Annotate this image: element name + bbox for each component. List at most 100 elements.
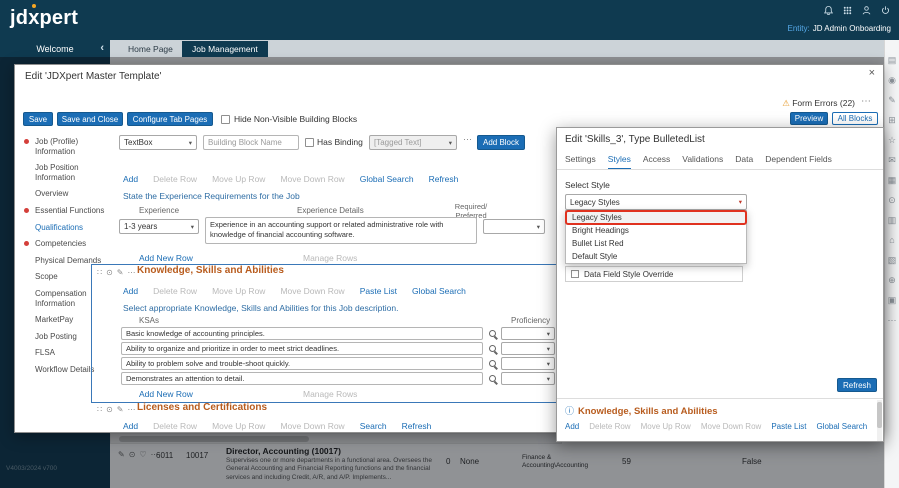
refresh-link[interactable]: Refresh [429,174,459,184]
apps-grid-icon[interactable] [842,5,853,16]
ksa-manage-rows-link[interactable]: Manage Rows [303,389,357,399]
option-bullet-list-red[interactable]: Bullet List Red [566,237,746,250]
nav-job-profile-information[interactable]: Job (Profile) Information [35,137,107,156]
move-down-row-link[interactable]: Move Down Row [280,286,344,296]
delete-row-link[interactable]: Delete Row [589,422,630,431]
tab-job-management[interactable]: Job Management [182,41,268,57]
global-search-link[interactable]: Global Search [360,174,414,184]
sidebar-welcome-tab[interactable]: Welcome ‹ [0,40,110,57]
panel-scrollbar[interactable] [877,400,882,441]
option-legacy-styles[interactable]: Legacy Styles [566,211,746,224]
required-preferred-select[interactable]: ▾ [483,219,545,234]
nav-competencies[interactable]: Competencies [35,239,107,249]
paste-list-link[interactable]: Paste List [771,422,806,431]
drag-handle-icon[interactable]: ∷ [97,405,102,414]
form-errors-indicator[interactable]: ⚠ Form Errors (22) [782,98,855,109]
add-link[interactable]: Add [565,422,579,431]
search-link[interactable]: Search [360,421,387,431]
rail-icon[interactable]: ☆ [888,136,896,145]
visibility-eye-icon[interactable]: ⊙ [106,405,113,414]
move-down-row-link[interactable]: Move Down Row [280,421,344,431]
paste-list-link[interactable]: Paste List [360,286,397,296]
block-more-icon[interactable]: ⋯ [128,268,136,277]
rail-icon[interactable]: ⊕ [888,276,896,285]
search-icon[interactable] [489,345,496,352]
global-search-link[interactable]: Global Search [412,286,466,296]
rail-icon[interactable]: ▧ [888,256,897,265]
delete-row-link[interactable]: Delete Row [153,286,197,296]
proficiency-select[interactable]: ▾ [501,372,555,385]
rail-icon[interactable]: ▥ [888,216,897,225]
move-up-row-link[interactable]: Move Up Row [641,422,691,431]
add-link[interactable]: Add [123,174,138,184]
configure-tab-pages-button[interactable]: Configure Tab Pages [127,112,213,126]
user-icon[interactable] [861,5,872,16]
search-icon[interactable] [489,360,496,367]
all-blocks-button[interactable]: All Blocks [832,112,878,125]
tab-access[interactable]: Access [643,154,670,170]
tab-dependent-fields[interactable]: Dependent Fields [765,154,832,170]
search-icon[interactable] [489,330,496,337]
experience-years-select[interactable]: 1-3 years▾ [119,219,199,234]
add-link[interactable]: Add [123,421,138,431]
edit-block-icon[interactable]: ✎ [117,268,124,277]
tab-home-page[interactable]: Home Page [118,41,183,57]
option-bright-headings[interactable]: Bright Headings [566,224,746,237]
delete-row-link[interactable]: Delete Row [153,421,197,431]
search-icon[interactable] [489,375,496,382]
tab-styles[interactable]: Styles [608,154,631,170]
rail-icon[interactable]: ✉ [888,156,896,165]
visibility-eye-icon[interactable]: ⊙ [106,268,113,277]
toolbar-more-icon[interactable]: ⋯ [861,96,871,107]
nav-job-position-information[interactable]: Job Position Information [35,163,107,182]
power-icon[interactable] [880,5,891,16]
ksa-row-input[interactable]: Basic knowledge of accounting principles… [121,327,483,340]
save-button[interactable]: Save [23,112,53,126]
building-block-name-input[interactable]: Building Block Name [203,135,299,150]
global-search-link[interactable]: Global Search [816,422,867,431]
rail-icon[interactable]: ✎ [888,96,896,105]
tab-validations[interactable]: Validations [682,154,723,170]
rail-icon[interactable]: ◉ [888,76,896,85]
add-link[interactable]: Add [123,286,138,296]
proficiency-select[interactable]: ▾ [501,342,555,355]
ksa-row-input[interactable]: Ability to organize and prioritize in or… [121,342,483,355]
nav-essential-functions[interactable]: Essential Functions [35,206,107,216]
rail-icon[interactable]: ▦ [888,176,897,185]
rail-icon[interactable]: ▤ [888,56,897,65]
rail-icon[interactable]: ▣ [888,296,897,305]
rail-icon[interactable]: ⋯ [888,316,897,325]
collapse-sidebar-icon[interactable]: ‹ [100,42,104,54]
close-icon[interactable]: × [869,67,875,79]
tab-data[interactable]: Data [735,154,753,170]
experience-details-textarea[interactable]: Experience in an accounting support or r… [205,217,477,244]
ksa-row-input[interactable]: Demonstrates an attention to detail. [121,372,483,385]
rail-icon[interactable]: ⊙ [888,196,896,205]
block-more-icon[interactable]: ⋯ [128,405,136,414]
proficiency-select[interactable]: ▾ [501,327,555,340]
add-block-button[interactable]: Add Block [477,135,525,150]
entity-selector[interactable]: Entity:JD Admin Onboarding [788,24,892,33]
rail-icon[interactable]: ⌂ [889,236,894,245]
experience-add-new-row-link[interactable]: Add New Row [139,253,193,263]
block-type-select[interactable]: TextBox▾ [119,135,197,150]
style-select[interactable]: Legacy Styles▾ [565,194,747,210]
move-down-row-link[interactable]: Move Down Row [280,174,344,184]
save-and-close-button[interactable]: Save and Close [57,112,123,126]
move-up-row-link[interactable]: Move Up Row [212,286,265,296]
tab-settings[interactable]: Settings [565,154,596,170]
panel-scrollbar-thumb[interactable] [877,402,882,428]
move-up-row-link[interactable]: Move Up Row [212,174,265,184]
preview-button[interactable]: Preview [790,112,828,125]
refresh-link[interactable]: Refresh [402,421,432,431]
drag-handle-icon[interactable]: ∷ [97,268,102,277]
ksa-add-new-row-link[interactable]: Add New Row [139,389,193,399]
delete-row-link[interactable]: Delete Row [153,174,197,184]
nav-overview[interactable]: Overview [35,189,107,199]
nav-qualifications[interactable]: Qualifications [35,223,107,233]
experience-manage-rows-link[interactable]: Manage Rows [303,253,357,263]
move-up-row-link[interactable]: Move Up Row [212,421,265,431]
panel-refresh-button[interactable]: Refresh [837,378,877,392]
move-down-row-link[interactable]: Move Down Row [701,422,761,431]
edit-block-icon[interactable]: ✎ [117,405,124,414]
